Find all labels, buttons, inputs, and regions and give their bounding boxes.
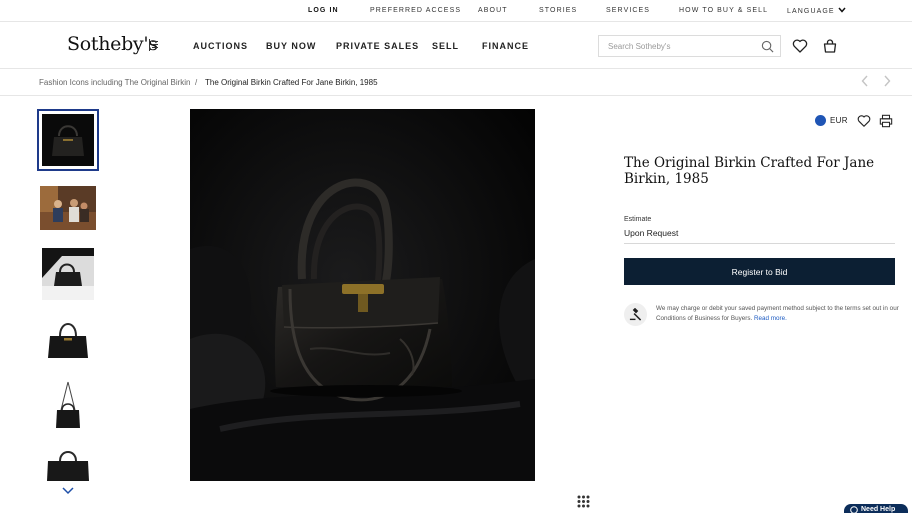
- thumbnail-5[interactable]: [37, 375, 99, 437]
- language-label: LANGUAGE: [787, 8, 835, 15]
- thumb-bag-strap-image: [42, 380, 94, 432]
- read-more-link[interactable]: Read more.: [754, 315, 787, 322]
- gavel-badge: [624, 303, 647, 326]
- nav-auctions[interactable]: AUCTIONS: [193, 41, 248, 51]
- next-lot-arrow-icon[interactable]: [882, 74, 892, 88]
- thumbnail-1[interactable]: [37, 109, 99, 171]
- prev-lot-arrow-icon[interactable]: [860, 74, 870, 88]
- breadcrumb-parent-link[interactable]: Fashion Icons including The Original Bir…: [39, 78, 190, 87]
- currency-selector[interactable]: EUR: [815, 115, 848, 126]
- stories-link[interactable]: STORIES: [539, 7, 577, 14]
- favorites-heart-icon[interactable]: [792, 38, 808, 54]
- lot-title: The Original Birkin Crafted For Jane Bir…: [624, 155, 875, 187]
- thumb-bag-side-image: [42, 441, 94, 481]
- save-lot-heart-icon[interactable]: [857, 114, 871, 128]
- thumbnail-3[interactable]: [37, 243, 99, 305]
- help-icon: [850, 506, 858, 513]
- globe-icon: [815, 115, 826, 126]
- search-input[interactable]: [608, 39, 758, 53]
- thumb-bag-front-image: [42, 314, 94, 366]
- nav-sell[interactable]: SELL: [432, 41, 459, 51]
- thumb-bag-spotlight-image: [42, 248, 94, 300]
- search-box: [598, 35, 781, 57]
- estimate-label: Estimate: [624, 216, 652, 223]
- estimate-value: Upon Request: [624, 228, 679, 238]
- search-icon[interactable]: [761, 40, 774, 53]
- currency-label: EUR: [830, 116, 848, 125]
- grid-view-icon[interactable]: [577, 495, 590, 508]
- chevron-down-icon: [838, 7, 846, 13]
- nav-buy-now[interactable]: BUY NOW: [266, 41, 316, 51]
- how-to-buy-sell-link[interactable]: HOW TO BUY & SELL: [679, 7, 768, 14]
- thumb-bag-dark-image: [42, 114, 94, 166]
- utility-bar: LOG IN PREFERRED ACCESS ABOUT STORIES SE…: [0, 0, 912, 22]
- nav-finance[interactable]: FINANCE: [482, 41, 529, 51]
- services-link[interactable]: SERVICES: [606, 7, 650, 14]
- breadcrumb: Fashion Icons including The Original Bir…: [0, 69, 912, 96]
- logo-est-mark: [149, 39, 159, 51]
- thumbnails-scroll-down-icon[interactable]: [61, 486, 75, 496]
- register-to-bid-button[interactable]: Register to Bid: [624, 258, 895, 285]
- preferred-access-link[interactable]: PREFERRED ACCESS: [370, 7, 461, 14]
- print-icon[interactable]: [879, 114, 893, 128]
- about-link[interactable]: ABOUT: [478, 7, 508, 14]
- breadcrumb-separator: /: [195, 78, 198, 87]
- payment-note: We may charge or debit your saved paymen…: [656, 304, 900, 324]
- main-lot-image[interactable]: [190, 109, 535, 481]
- need-help-button[interactable]: Need Help: [844, 504, 908, 513]
- main-header: Sotheby's AUCTIONS BUY NOW PRIVATE SALES…: [0, 22, 912, 69]
- nav-private-sales[interactable]: PRIVATE SALES: [336, 41, 419, 51]
- shopping-bag-icon[interactable]: [822, 38, 838, 54]
- breadcrumb-current: The Original Birkin Crafted For Jane Bir…: [205, 78, 378, 87]
- thumbnail-6[interactable]: [37, 441, 99, 481]
- thumbnail-2[interactable]: [37, 177, 99, 239]
- thumb-people-sofa-image: [40, 186, 96, 230]
- sothebys-logo[interactable]: Sotheby's: [67, 33, 158, 55]
- thumbnail-4[interactable]: [37, 309, 99, 371]
- need-help-label: Need Help: [861, 506, 896, 513]
- birkin-bag-photo: [190, 109, 535, 481]
- gavel-icon: [629, 308, 642, 321]
- estimate-divider: [624, 243, 895, 244]
- login-link[interactable]: LOG IN: [308, 7, 339, 14]
- language-menu[interactable]: LANGUAGE: [787, 7, 846, 15]
